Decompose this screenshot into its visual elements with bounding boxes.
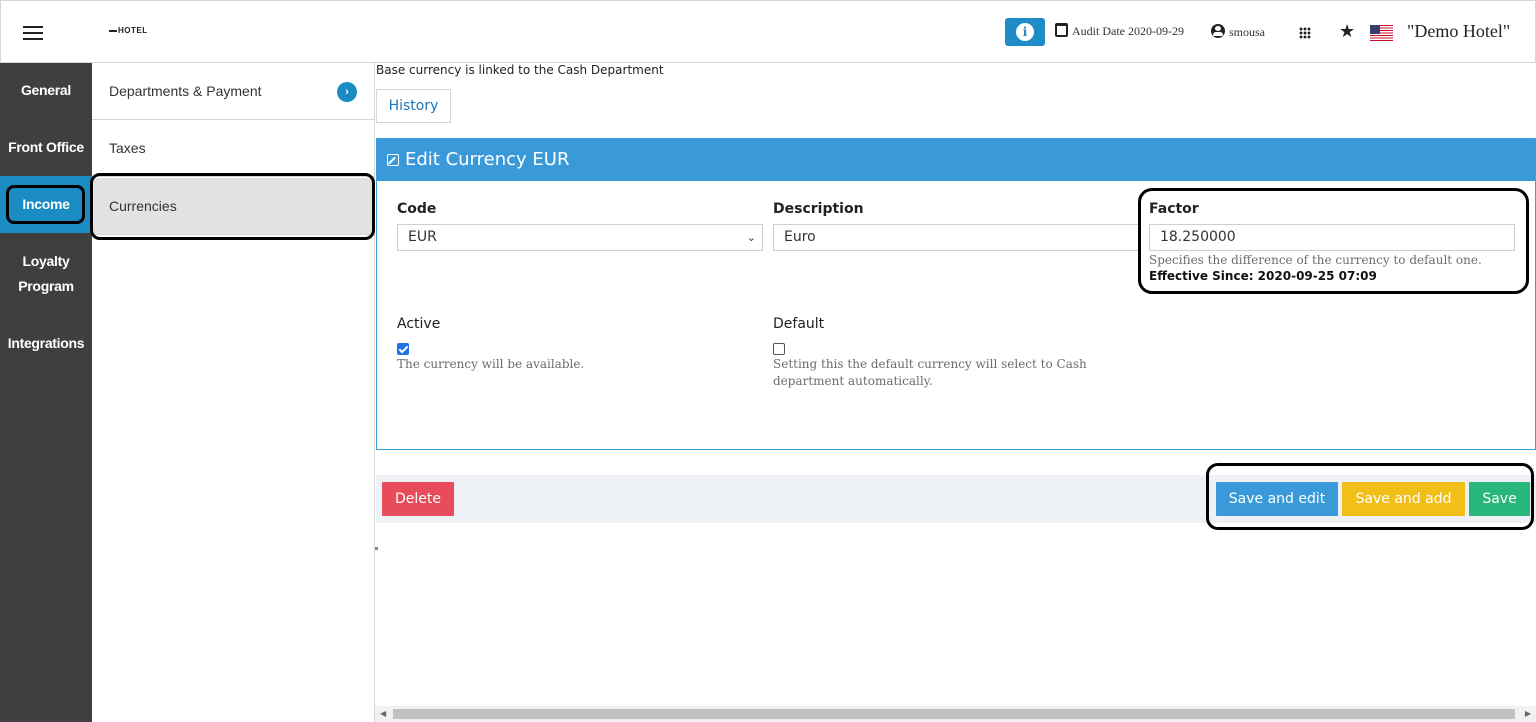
logo-text: HOTEL [118,26,148,35]
info-button[interactable]: i [1005,18,1045,46]
edit-currency-panel: Edit Currency EUR Code EUR ⌄ Description… [376,138,1536,450]
hotel-logo[interactable]: HOTEL [109,26,148,35]
audit-date: Audit Date 2020-09-29 [1055,23,1184,41]
user-menu[interactable]: smousa [1211,24,1265,40]
user-circle-icon [1211,24,1225,38]
scrollbar-thumb[interactable] [393,709,1515,719]
active-checkbox[interactable] [397,343,409,355]
hotel-selector[interactable]: "Demo Hotel" [1407,21,1510,42]
star-icon[interactable]: ★ [1339,21,1355,43]
description-label: Description [773,201,864,217]
top-bar: HOTEL i Audit Date 2020-09-29 smousa ★ "… [0,0,1536,63]
sidebar-item-general[interactable]: General [0,78,92,103]
scroll-right-icon[interactable]: ▶ [1525,709,1531,718]
menu-icon[interactable] [23,25,43,41]
highlight-outline-factor [1138,188,1529,294]
default-help-line2: department automatically. [773,374,933,388]
delete-button[interactable]: Delete [382,482,454,516]
submenu-item-label: Taxes [109,140,146,156]
us-flag-icon[interactable] [1370,25,1393,41]
sidebar-item-integrations[interactable]: Integrations [0,331,92,356]
default-checkbox[interactable] [773,343,785,355]
chevron-down-icon: ⌄ [746,231,756,244]
active-help: The currency will be available. [397,357,585,371]
username: smousa [1229,25,1265,39]
audit-date-text: Audit Date 2020-09-29 [1072,24,1184,38]
submenu-item-label: Departments & Payment [109,83,262,99]
code-value: EUR [408,229,437,245]
base-currency-note: Base currency is linked to the Cash Depa… [376,63,664,77]
app-window: HOTEL i Audit Date 2020-09-29 smousa ★ "… [0,0,1536,722]
default-help-line1: Setting this the default currency will s… [773,357,1087,371]
code-select[interactable]: EUR ⌄ [397,224,763,251]
panel-header: Edit Currency EUR [377,139,1535,181]
edit-icon [387,154,399,166]
panel-title: Edit Currency EUR [405,149,570,170]
highlight-outline-save-buttons [1206,463,1534,530]
active-label: Active [397,316,441,332]
highlight-outline-income [6,185,85,224]
submenu-item-departments-payment[interactable]: Departments & Payment › [92,63,374,120]
calendar-icon [1055,23,1068,37]
highlight-outline-currencies [90,173,375,240]
info-icon: i [1016,23,1034,41]
main-sidebar: General Front Office Income Loyalty Prog… [0,63,92,722]
resize-handle [375,547,378,550]
scroll-left-icon[interactable]: ◀ [380,709,386,718]
description-input[interactable]: Euro [773,224,1139,251]
apps-grid-icon[interactable] [1299,27,1311,39]
main-content: Base currency is linked to the Cash Depa… [375,63,1536,722]
sidebar-item-front-office[interactable]: Front Office [0,135,92,160]
code-label: Code [397,201,437,217]
default-label: Default [773,316,825,332]
horizontal-scrollbar[interactable]: ◀ ▶ [375,706,1536,722]
submenu-item-taxes[interactable]: Taxes [92,120,374,177]
history-tab[interactable]: History [376,89,451,123]
sidebar-item-loyalty-program[interactable]: Loyalty Program [0,249,92,299]
income-submenu: Departments & Payment › Taxes Currencies [90,63,375,722]
chevron-right-icon[interactable]: › [337,82,357,102]
